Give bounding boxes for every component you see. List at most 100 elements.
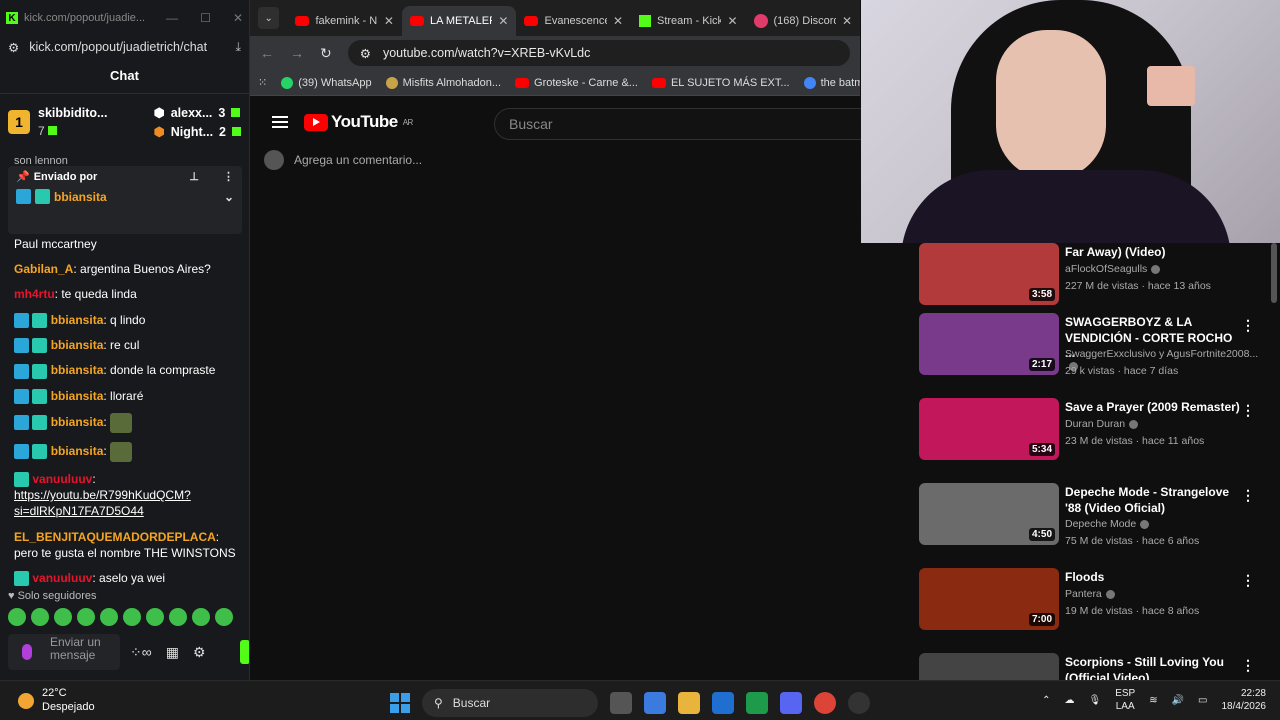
emote-icon[interactable] xyxy=(100,608,118,626)
battery-icon[interactable]: ▭ xyxy=(1198,695,1207,706)
browser-tab-active[interactable]: LA METALER ✕ xyxy=(401,6,517,36)
kick-address-bar[interactable]: ⚙ kick.com/popout/juadietrich/chat ⤓ xyxy=(0,36,249,58)
close-tab-icon[interactable]: ✕ xyxy=(727,14,737,28)
rec-thumbnail[interactable]: 4:50 xyxy=(919,483,1059,545)
rec-video[interactable]: 4:50 Depeche Mode - Strangelove '88 (Vid… xyxy=(919,483,1269,563)
chat-username[interactable]: bbiansita xyxy=(51,363,104,377)
rec-video[interactable]: Scorpions - Still Loving You (Official V… xyxy=(919,653,1269,680)
chat-username[interactable]: vanuuluuv xyxy=(32,472,92,486)
pinned-user[interactable]: bbiansita xyxy=(54,190,107,204)
copilot-icon[interactable] xyxy=(644,692,666,714)
store-icon[interactable]: ▦ xyxy=(166,644,179,661)
users-icon[interactable]: ⁘∞ xyxy=(130,644,152,661)
site-settings-icon[interactable]: ⚙ xyxy=(8,40,19,55)
weather-widget[interactable]: 22°C Despejado xyxy=(0,687,95,713)
emote-icon[interactable] xyxy=(54,608,72,626)
discord-icon[interactable] xyxy=(780,692,802,714)
back-icon[interactable]: ← xyxy=(260,45,274,61)
rec-video[interactable]: 2:17 SWAGGERBOYZ & LA VENDICIÓN - CORTE … xyxy=(919,313,1269,393)
chat-username[interactable]: Gabilan_A xyxy=(14,262,73,276)
mic-icon[interactable]: 🎙 xyxy=(1088,695,1101,706)
close-tab-icon[interactable]: ✕ xyxy=(384,14,394,28)
forward-icon[interactable]: → xyxy=(290,45,304,61)
close-icon[interactable]: ✕ xyxy=(233,11,243,25)
bookmark-item[interactable]: the batman th xyxy=(803,76,860,89)
chat-username[interactable]: bbiansita xyxy=(51,338,104,352)
rec-thumbnail[interactable] xyxy=(919,653,1059,680)
rec-channel[interactable]: aFlockOfSeagulls xyxy=(1065,263,1147,275)
tab-search-icon[interactable]: ⌄ xyxy=(258,7,280,29)
emote-icon[interactable] xyxy=(8,608,26,626)
lang-code[interactable]: ESP xyxy=(1115,687,1135,700)
rec-channel[interactable]: Duran Duran xyxy=(1065,418,1125,430)
pinned-message[interactable]: 📌 Enviado por ⊥ ⋮ bbiansita ⌄ xyxy=(8,166,242,234)
message-link[interactable]: si=dlRKpN17FA7D5O44 xyxy=(14,504,144,518)
more-options-icon[interactable]: ⋮ xyxy=(1241,487,1255,504)
rec-title[interactable]: Save a Prayer (2009 Remaster) xyxy=(1065,400,1245,416)
close-tab-icon[interactable]: ✕ xyxy=(498,14,508,28)
chat-username[interactable]: vanuuluuv xyxy=(32,571,92,585)
rec-title[interactable]: Depeche Mode - Strangelove '88 (Video Of… xyxy=(1065,485,1245,516)
obs-icon[interactable] xyxy=(848,692,870,714)
rec-channel[interactable]: Depeche Mode xyxy=(1065,518,1136,530)
browser-tab[interactable]: Evanescence ✕ xyxy=(516,6,631,36)
bookmark-item[interactable]: (39) WhatsApp xyxy=(281,76,372,89)
rec-title[interactable]: Far Away) (Video) xyxy=(1065,245,1245,261)
maximize-icon[interactable]: ☐ xyxy=(200,11,211,25)
wifi-icon[interactable]: ≋ xyxy=(1149,695,1157,706)
browser-tab[interactable]: (168) Discord ✕ xyxy=(746,6,861,36)
emote-icon[interactable] xyxy=(146,608,164,626)
file-explorer-icon[interactable] xyxy=(678,692,700,714)
bookmark-item[interactable]: Groteske - Carne &... xyxy=(515,77,638,89)
unpin-icon[interactable]: ⊥ xyxy=(189,170,199,183)
search-input[interactable]: Buscar xyxy=(494,108,874,140)
chat-username[interactable]: bbiansita xyxy=(51,444,104,458)
emote-icon[interactable] xyxy=(192,608,210,626)
windows-start-icon[interactable] xyxy=(390,693,410,713)
more-options-icon[interactable]: ⋮ xyxy=(1241,657,1255,674)
leader-first-name[interactable]: skibbidito... xyxy=(38,106,107,120)
comment-box[interactable]: Agrega un comentario... xyxy=(250,150,860,170)
task-view-icon[interactable] xyxy=(610,692,632,714)
minimize-icon[interactable]: — xyxy=(166,11,178,25)
lang-layout[interactable]: LAA xyxy=(1115,700,1135,713)
address-bar[interactable]: ⚙ youtube.com/watch?v=XREB-vKvLdc xyxy=(347,40,850,66)
scrollbar[interactable] xyxy=(1271,243,1277,303)
chat-username[interactable]: bbiansita xyxy=(51,313,104,327)
excel-icon[interactable] xyxy=(746,692,768,714)
send-button[interactable] xyxy=(240,640,249,664)
rec-video[interactable]: 5:34 Save a Prayer (2009 Remaster) Duran… xyxy=(919,398,1269,478)
volume-icon[interactable]: 🔊 xyxy=(1172,695,1184,706)
leader-second-name[interactable]: alexx... xyxy=(171,106,213,120)
leader-third-name[interactable]: Night... xyxy=(171,125,213,139)
chat-input[interactable]: Enviar un mensaje xyxy=(8,634,120,670)
more-options-icon[interactable]: ⋮ xyxy=(1241,572,1255,589)
word-icon[interactable] xyxy=(712,692,734,714)
youtube-logo[interactable]: YouTube AR xyxy=(304,112,413,132)
rec-thumbnail[interactable]: 2:17 xyxy=(919,313,1059,375)
menu-icon[interactable] xyxy=(272,116,288,128)
cloud-icon[interactable]: ☁ xyxy=(1064,695,1074,706)
rec-channel[interactable]: SwaggerExxclusivo y AgusFortnite2008... xyxy=(1065,348,1258,360)
chat-username[interactable]: bbiansita xyxy=(51,415,104,429)
site-info-icon[interactable]: ⚙ xyxy=(360,46,371,61)
mic-icon[interactable] xyxy=(22,644,32,660)
apps-icon[interactable]: ⁙ xyxy=(258,76,267,89)
emote-icon[interactable] xyxy=(215,608,233,626)
rec-thumbnail[interactable]: 7:00 xyxy=(919,568,1059,630)
rec-thumbnail[interactable]: 5:34 xyxy=(919,398,1059,460)
emote-icon[interactable] xyxy=(169,608,187,626)
rec-video[interactable]: 3:58 Far Away) (Video) aFlockOfSeagulls … xyxy=(919,243,1269,323)
rec-channel[interactable]: Pantera xyxy=(1065,588,1102,600)
chevron-up-icon[interactable]: ⌃ xyxy=(1042,695,1050,706)
chat-username[interactable]: bbiansita xyxy=(51,389,104,403)
more-options-icon[interactable]: ⋮ xyxy=(1241,317,1255,334)
reload-icon[interactable]: ↻ xyxy=(320,45,332,62)
message-link[interactable]: https://youtu.be/R799hKudQCM? xyxy=(14,488,191,502)
more-options-icon[interactable]: ⋮ xyxy=(1241,402,1255,419)
close-tab-icon[interactable]: ✕ xyxy=(842,14,852,28)
clock[interactable]: 22:28 18/4/2026 xyxy=(1222,687,1267,713)
rec-video[interactable]: 7:00 Floods Pantera 19 M de vistas · hac… xyxy=(919,568,1269,648)
emote-icon[interactable] xyxy=(77,608,95,626)
close-tab-icon[interactable]: ✕ xyxy=(613,14,623,28)
